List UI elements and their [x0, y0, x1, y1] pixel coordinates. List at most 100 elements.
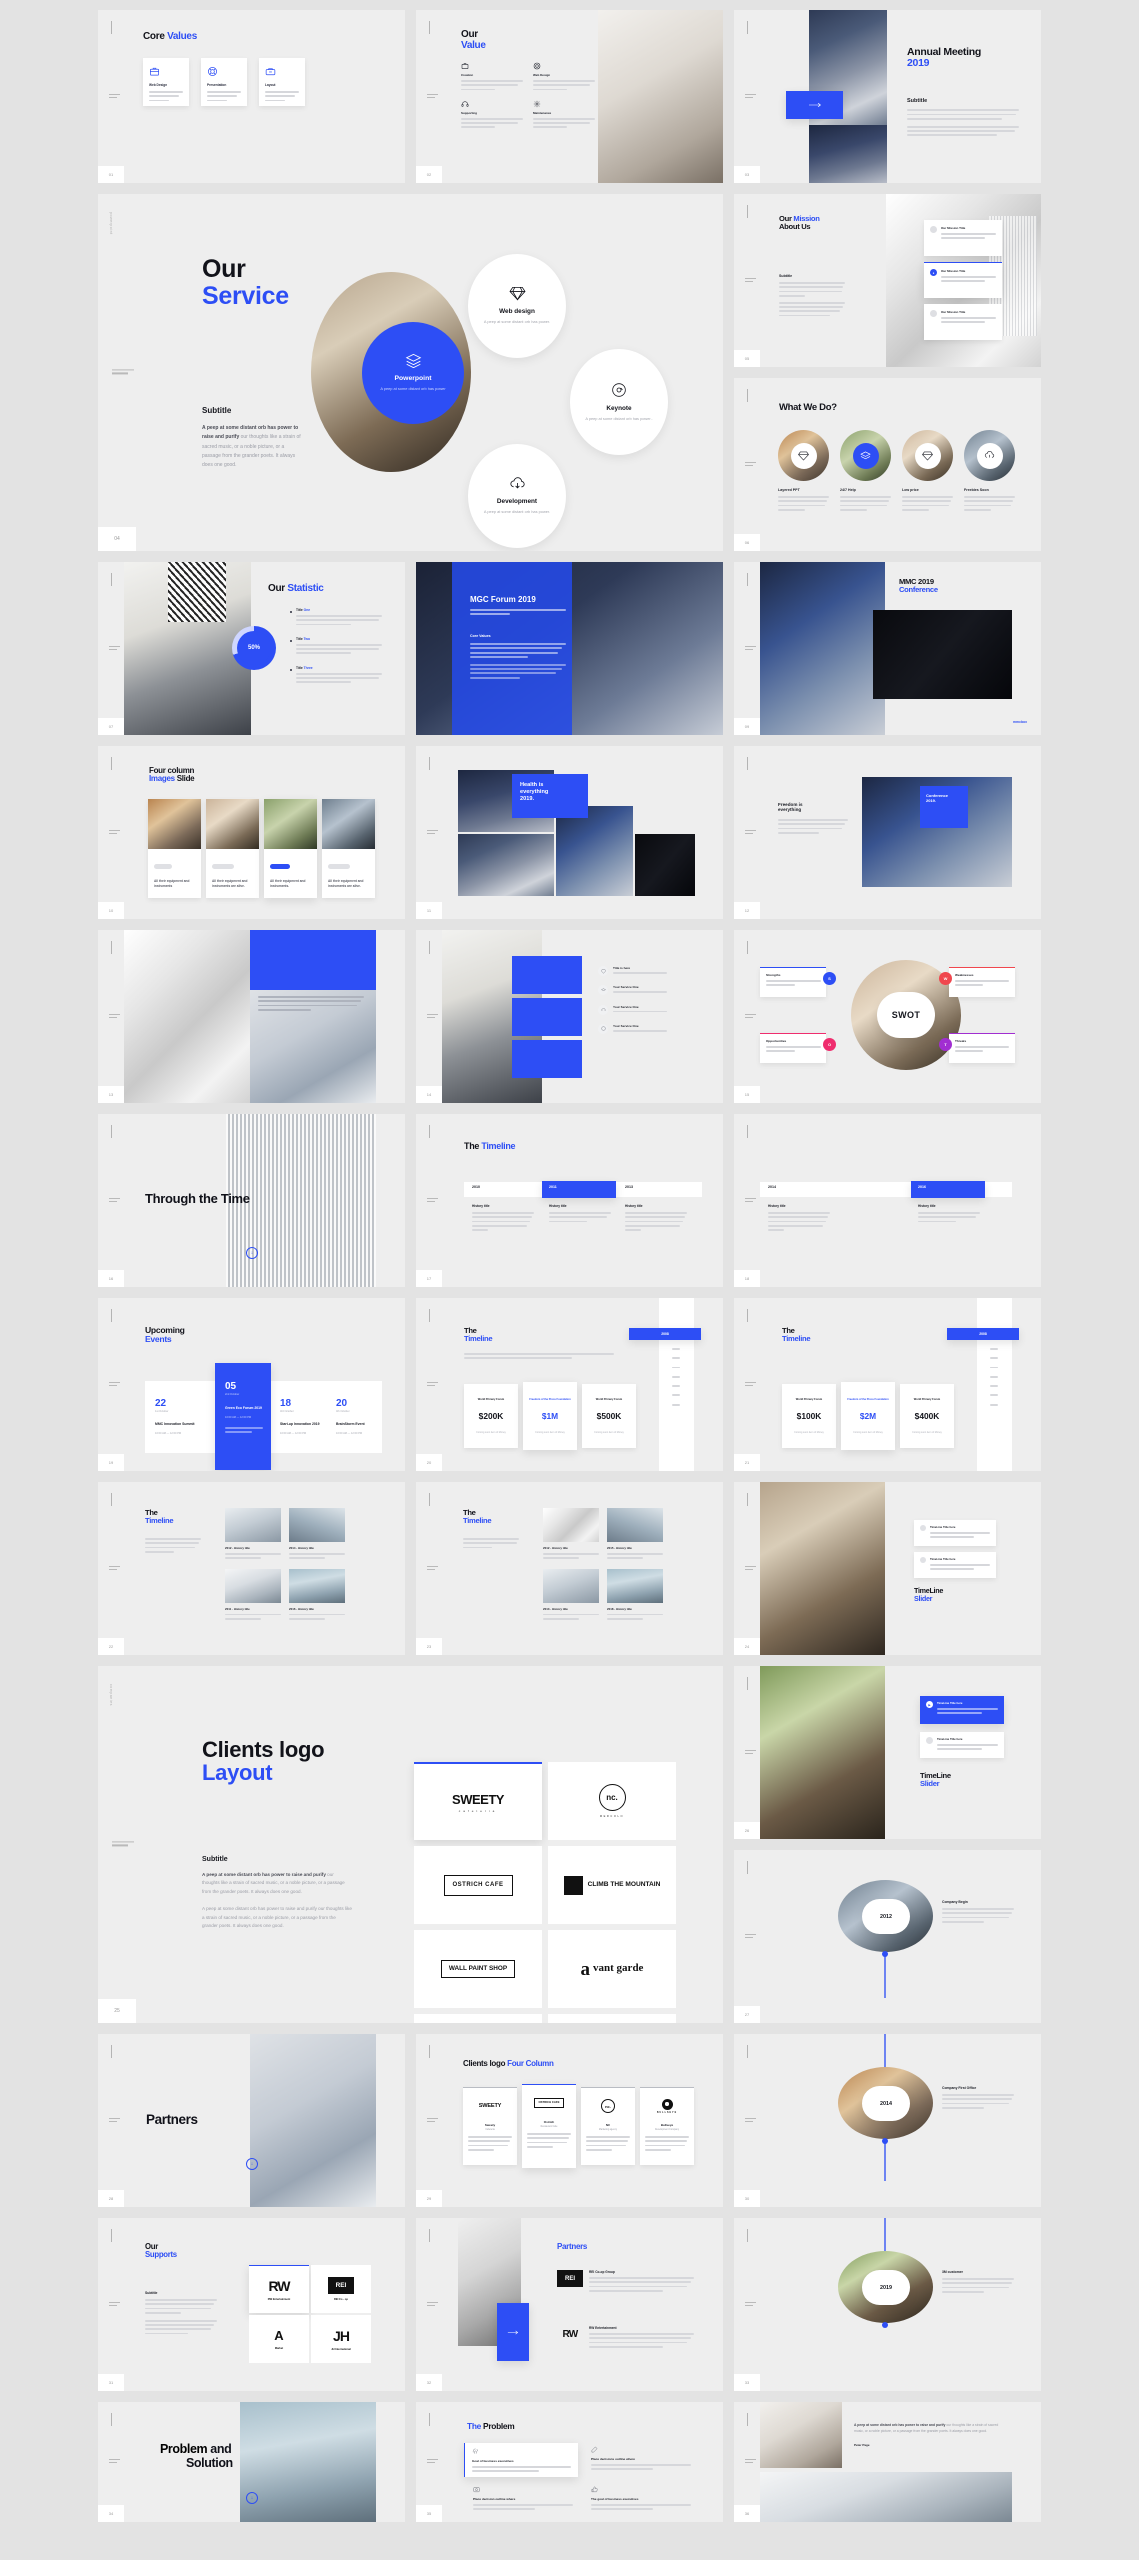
slider-item[interactable]: TimeLine Title here: [914, 1520, 996, 1546]
logo-card-wall[interactable]: WALL PAINT SHOP: [414, 1930, 542, 2008]
slide-our-statistic[interactable]: Our Statistic 50% Title One Title Two Ti…: [98, 562, 405, 735]
slide-history-2012[interactable]: 2012 Company Begin 27: [734, 1850, 1041, 2023]
slide-timeline-money-2[interactable]: 2008 The Timeline World Primary Forum $10…: [734, 1298, 1041, 1471]
service-item[interactable]: Your Service One: [598, 1005, 667, 1015]
money-card[interactable]: World Primary Forum $400K Coming soon it…: [900, 1384, 954, 1448]
swot-opportunities[interactable]: Opportunities: [760, 1033, 826, 1063]
bubble-web-design[interactable]: Web design A peep at some distant orb ha…: [468, 254, 566, 358]
bubble-powerpoint[interactable]: Powerpoint A peep at some distant orb ha…: [362, 322, 464, 424]
timeline-cell[interactable]: 2012 - History title: [225, 1508, 281, 1562]
slide-swot[interactable]: SWOT Strengths S Weaknesses W Opportunit…: [734, 930, 1041, 1103]
stat-item[interactable]: Title Two: [290, 637, 382, 657]
timeline-cell[interactable]: 2018 - History title: [607, 1568, 663, 1623]
slide-blue-block-office[interactable]: 13: [98, 930, 405, 1103]
slider-item[interactable]: TimeLine Title here: [914, 1552, 996, 1578]
value-card[interactable]: Web Design: [143, 58, 189, 106]
slide-timeline-money-1[interactable]: 2008 The Timeline World Primary Forum $20…: [416, 1298, 723, 1471]
slide-our-service[interactable]: powerpoint Web design A peep at some dis…: [98, 194, 723, 551]
problem-item[interactable]: Place decision outline where: [473, 2486, 573, 2513]
what-we-do-item[interactable]: Freebies Soon: [964, 430, 1015, 513]
support-logo-jh[interactable]: JH JH International: [311, 2315, 371, 2363]
event-item[interactable]: 20 4th October BrainStorm Event 10:00 AM…: [336, 1398, 380, 1435]
slide-clients-logo-layout[interactable]: companies Clients logo Layout Subtitle A …: [98, 1666, 723, 2023]
slide-mmc-conference[interactable]: MMC 2019 Conference mmcbox 09: [734, 562, 1041, 735]
slide-partners-title[interactable]: Partners ↓ 28: [98, 2034, 405, 2207]
value-item[interactable]: Supporting: [461, 100, 523, 131]
slide-problem-quote[interactable]: A peep at some distant orb has power to …: [734, 2402, 1041, 2522]
logo-card-ostrich[interactable]: OSTRICH CAFE: [414, 1846, 542, 1924]
event-item[interactable]: 18 3rd October Start-up Innovation 2019 …: [280, 1398, 330, 1435]
bubble-development[interactable]: Development A peep at some distant orb h…: [468, 444, 566, 548]
image-card[interactable]: All their equipment and instruments are …: [322, 799, 375, 899]
timeline-cell[interactable]: 2016 - History title: [289, 1568, 345, 1623]
what-we-do-item[interactable]: Layered PPT: [778, 430, 829, 513]
slide-partners-list[interactable]: Partners REI REI Co-op Group RW RW Enter…: [416, 2218, 723, 2391]
slide-what-we-do[interactable]: What We Do? Layered PPT 24/7 Help Low pr…: [734, 378, 1041, 551]
swot-strengths[interactable]: Strengths: [760, 967, 826, 997]
slide-annual-meeting[interactable]: Annual Meeting 2019 Subtitle 03: [734, 10, 1041, 183]
value-item[interactable]: Creation: [461, 62, 523, 93]
value-item[interactable]: Maintenance: [533, 100, 595, 131]
slide-our-value[interactable]: OurValue Creation Web Design Supporting: [416, 10, 723, 183]
client-card[interactable]: SWEETY Sweety Cafeteria: [463, 2087, 517, 2165]
image-card[interactable]: All their equipment and instruments: [148, 799, 201, 899]
slide-timeline-images-2[interactable]: The Timeline 2012 - History title 2015 - …: [416, 1482, 723, 1655]
money-card-active[interactable]: Freedom of the Press Foundation $1M Comi…: [523, 1382, 577, 1450]
service-item[interactable]: Your Service One: [598, 1024, 667, 1034]
cta-button[interactable]: [497, 2303, 529, 2361]
slide-timeline-slider-2[interactable]: ▶ TimeLine Title here TimeLine Title her…: [734, 1666, 1041, 1839]
bubble-keynote[interactable]: Keynote A peep at some distant orb has p…: [570, 349, 668, 455]
logo-card-herrywood[interactable]: Herrywood co. the good has industry: [548, 2014, 676, 2023]
money-card[interactable]: World Primary Forum $500K Coming soon it…: [582, 1384, 636, 1448]
value-item[interactable]: Web Design: [533, 62, 595, 93]
scroll-down-icon[interactable]: ↓: [246, 2158, 258, 2170]
timeline-cell[interactable]: 2015 - History title: [607, 1508, 663, 1562]
slide-upcoming-events[interactable]: Upcoming Events 22 1st October MMC Innova…: [98, 1298, 405, 1471]
service-item[interactable]: Title is here: [598, 966, 667, 977]
money-card-active[interactable]: Freedom of the Press Foundation $2M Comi…: [841, 1382, 895, 1450]
problem-item[interactable]: The goal of business executives: [591, 2486, 691, 2513]
timeline-cell[interactable]: 2011 - History title: [225, 1568, 281, 1623]
slide-health-everything[interactable]: Health is everything 2019. 11: [416, 746, 723, 919]
slide-our-supports[interactable]: Our Supports Subtitle RW RW Entertainment…: [98, 2218, 405, 2391]
swot-weaknesses[interactable]: Weaknesses: [949, 967, 1015, 997]
slide-our-mission[interactable]: Our Mission About Us Subtitle Our Mission…: [734, 194, 1041, 367]
money-card[interactable]: World Primary Forum $100K Coming soon it…: [782, 1384, 836, 1448]
scroll-down-icon[interactable]: ↓: [246, 2492, 258, 2504]
partner-item[interactable]: RW RW Entertainment: [557, 2326, 694, 2350]
support-logo-rei[interactable]: REI REI Co - op: [311, 2265, 371, 2313]
logo-card-bullseye[interactable]: BULLSEYE: [414, 2014, 542, 2023]
mission-card[interactable]: Our Mission Title: [924, 220, 1002, 256]
slide-timeline-years-2[interactable]: 2014 2016 History title History title 18: [734, 1114, 1041, 1287]
problem-item[interactable]: Place decisions outline where: [591, 2446, 691, 2473]
slide-history-2014[interactable]: 2014 Company First Office 30: [734, 2034, 1041, 2207]
slide-four-column-images[interactable]: Four column Images Slide All their equipm…: [98, 746, 405, 919]
scroll-down-icon[interactable]: ↓: [246, 1247, 258, 1259]
slide-the-problem[interactable]: The Problem Goal of business executives …: [416, 2402, 723, 2522]
image-card[interactable]: All their equipment and instruments.: [264, 799, 317, 899]
slide-clients-four-column[interactable]: Clients logo Four Column SWEETY Sweety C…: [416, 2034, 723, 2207]
event-item-active[interactable]: 05 2nd October Green Eco Forum 2019 10:0…: [215, 1363, 271, 1470]
year-active-chip[interactable]: [911, 1181, 985, 1198]
what-we-do-item[interactable]: Low price: [902, 430, 953, 513]
money-card[interactable]: World Primary Forum $200K Coming soon it…: [464, 1384, 518, 1448]
slide-timeline-slider-1[interactable]: TimeLine Title here TimeLine Title here …: [734, 1482, 1041, 1655]
value-card[interactable]: Presentation: [201, 58, 247, 106]
logo-card-climb[interactable]: CLIMB THE MOUNTAIN: [548, 1846, 676, 1924]
image-card[interactable]: All their equipment and instruments are …: [206, 799, 259, 899]
logo-card-nc[interactable]: nc. MERCOLO: [548, 1762, 676, 1840]
service-item[interactable]: Your Service One: [598, 985, 667, 996]
stat-item[interactable]: Title Three: [290, 666, 382, 686]
support-logo-rw[interactable]: RW RW Entertainment: [249, 2265, 309, 2313]
slider-item[interactable]: TimeLine Title here: [920, 1732, 1004, 1758]
event-item[interactable]: 22 1st October MMC Innovation Summit 10:…: [155, 1398, 207, 1435]
year-badge[interactable]: 2008: [947, 1328, 1019, 1340]
slide-history-2019[interactable]: 2019 3M customer 33: [734, 2218, 1041, 2391]
year-badge[interactable]: 2008: [629, 1328, 701, 1340]
mission-card[interactable]: ● Our Mission Title: [924, 262, 1002, 298]
slider-item-active[interactable]: ▶ TimeLine Title here: [920, 1696, 1004, 1724]
slide-problem-and-solution[interactable]: Problem and Solution ↓ 34: [98, 2402, 405, 2522]
client-card-active[interactable]: OSTRICH CAFE Ostrich Restaurant Cafe: [522, 2084, 576, 2168]
slide-mgc-forum[interactable]: MGC Forum 2019 Core Values: [416, 562, 723, 735]
play-cta-button[interactable]: [786, 91, 843, 119]
